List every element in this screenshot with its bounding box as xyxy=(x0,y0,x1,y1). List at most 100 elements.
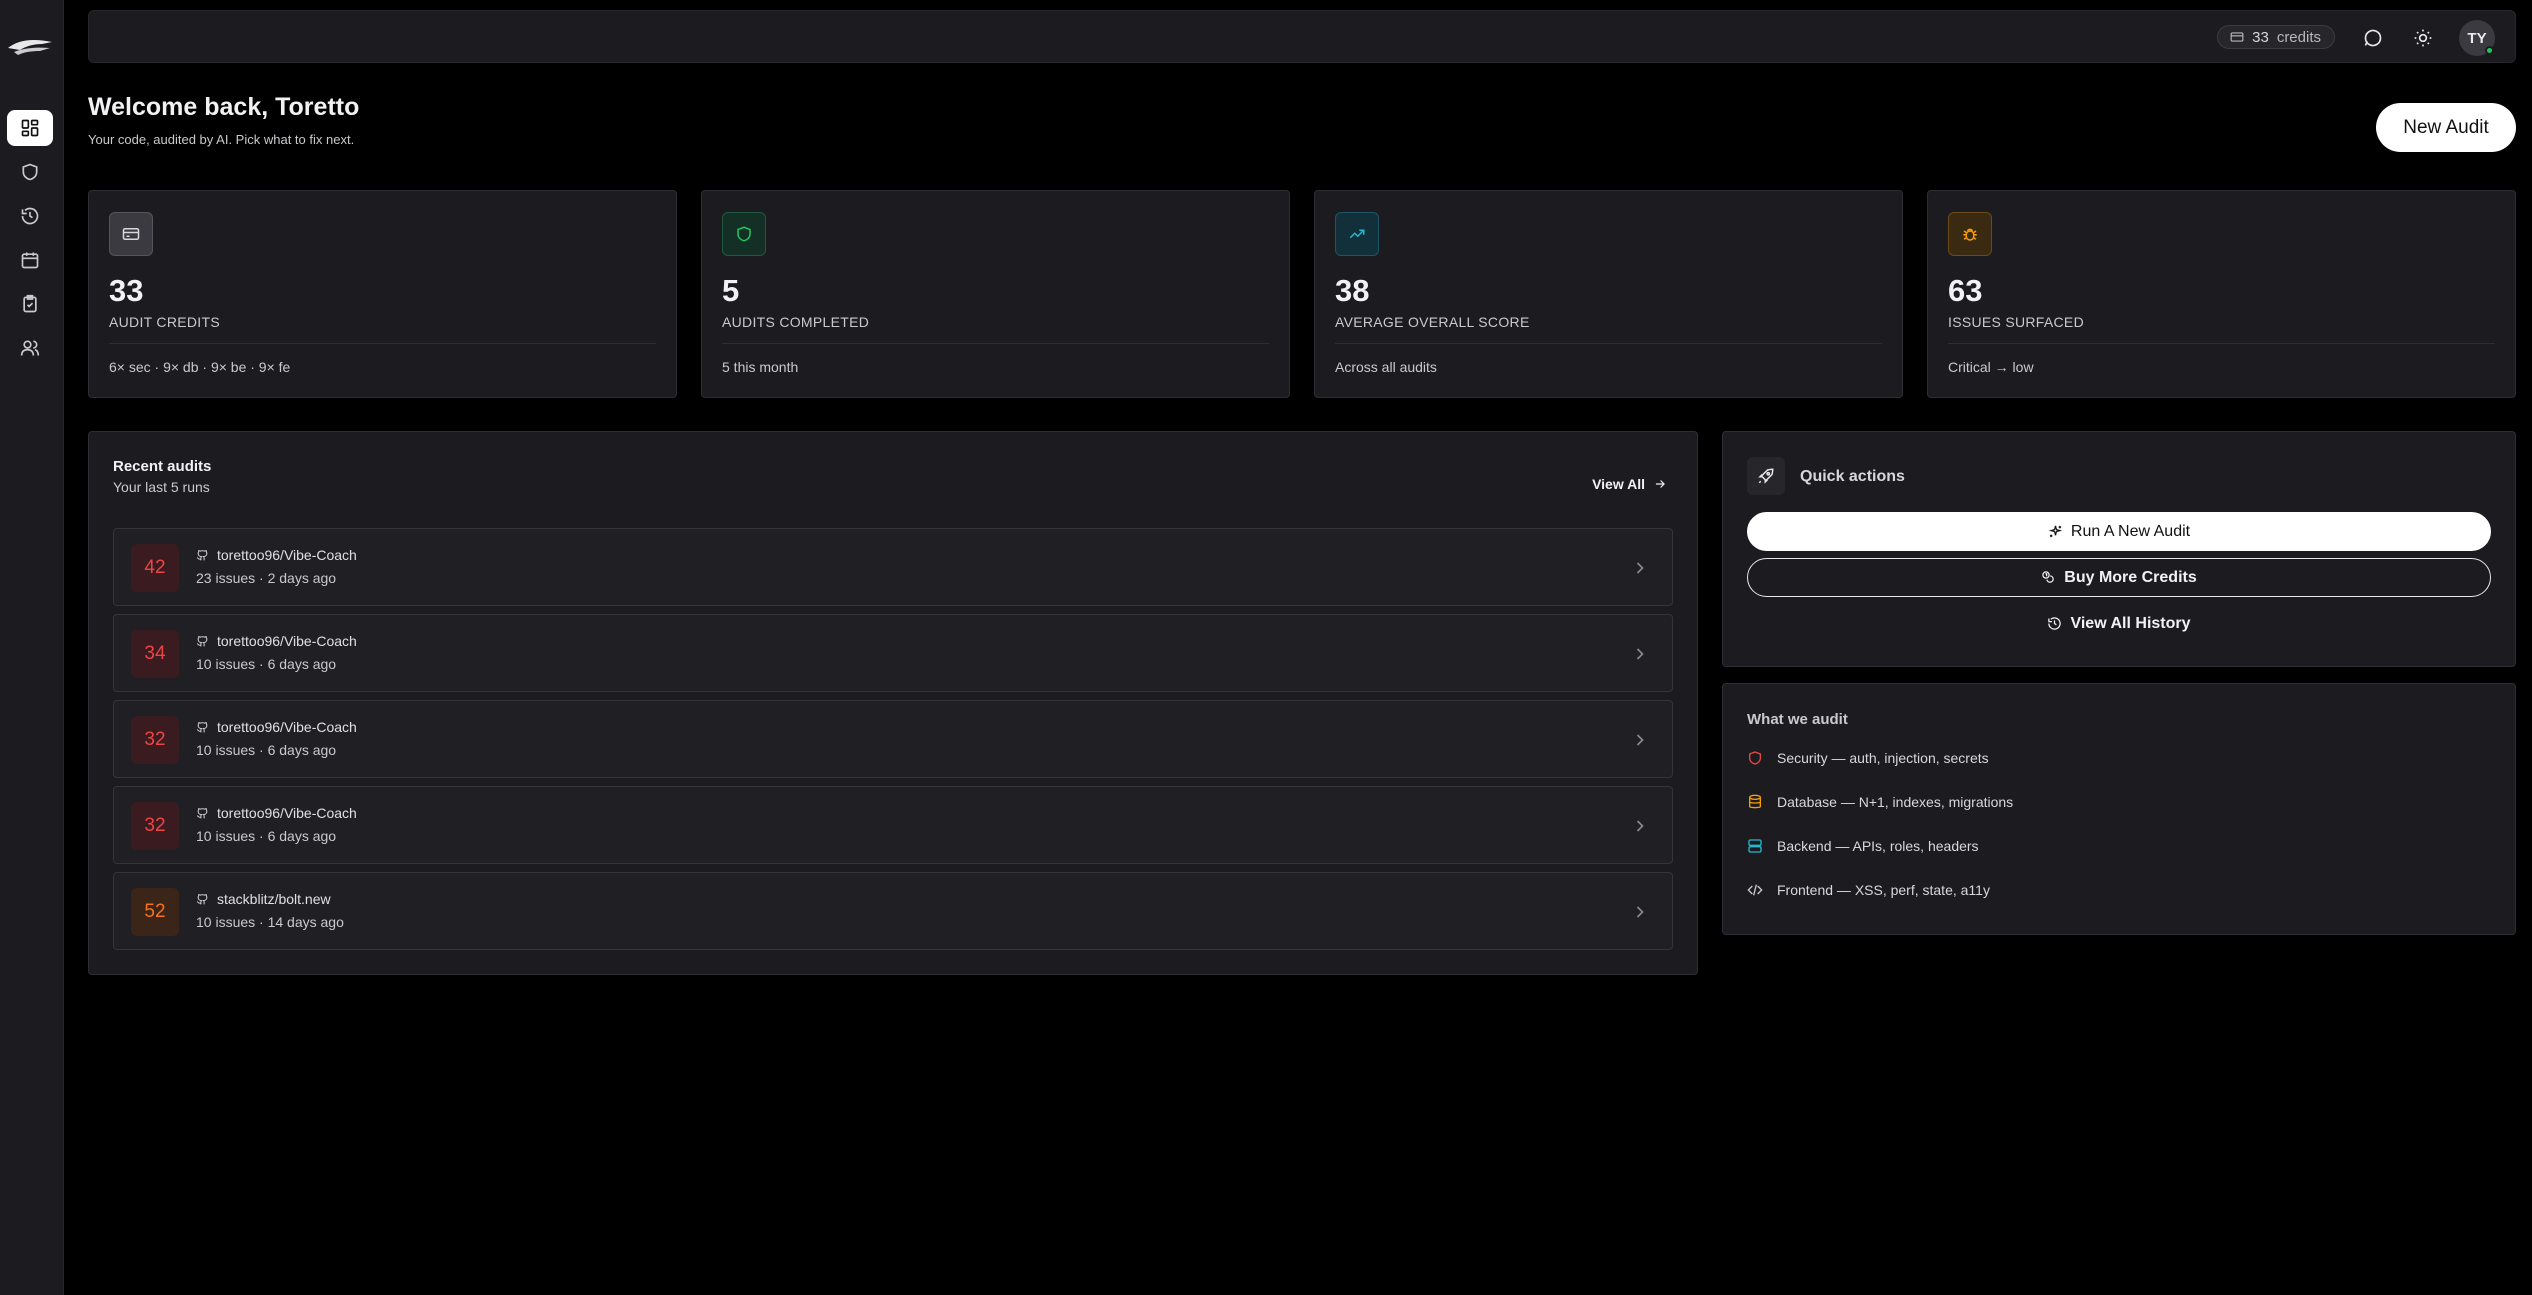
divider xyxy=(722,343,1269,344)
coins-icon xyxy=(2042,571,2054,583)
shield-icon xyxy=(22,163,38,181)
trending-up-icon xyxy=(1349,229,1365,239)
stat-footnote: Critical → low xyxy=(1948,359,2034,375)
score-badge: 42 xyxy=(131,544,179,592)
shield-icon xyxy=(1749,751,1761,765)
panel-title: Recent audits xyxy=(113,458,212,475)
button-label: Run A New Audit xyxy=(2070,522,2191,540)
divider xyxy=(1335,343,1882,344)
shield-icon xyxy=(737,226,751,242)
what-we-audit-panel: What we audit Security — auth, injection… xyxy=(1722,683,2516,935)
stat-footnote: 6× sec · 9× db · 9× be · 9× fe xyxy=(109,359,291,375)
stat-card-average-score: 38 AVERAGE OVERALL SCORE Across all audi… xyxy=(1314,190,1903,398)
page-title: Welcome back, Toretto xyxy=(88,93,360,121)
new-audit-button[interactable]: New Audit xyxy=(2376,103,2516,152)
audit-category-item: Database — N+1, indexes, migrations xyxy=(1747,794,2013,810)
repo-line: torettoo96/Vibe-Coach xyxy=(196,633,357,649)
card-icon xyxy=(2230,32,2244,42)
audit-category-label: Frontend — XSS, perf, state, a11y xyxy=(1777,882,1990,898)
arrow-right-icon xyxy=(1655,480,1665,488)
online-status-dot xyxy=(2485,46,2494,55)
users-icon xyxy=(20,340,40,356)
history-icon xyxy=(2048,617,2062,630)
divider xyxy=(1948,343,2495,344)
clipboard-check-icon xyxy=(23,294,37,313)
stat-card-issues-surfaced: 63 ISSUES SURFACED Critical → low xyxy=(1927,190,2516,398)
github-icon xyxy=(196,635,208,646)
bug-icon xyxy=(1963,228,1977,241)
score-badge: 32 xyxy=(131,802,179,850)
audit-row[interactable]: 42 torettoo96/Vibe-Coach 23 issues · 2 d… xyxy=(113,528,1673,606)
panel-title: What we audit xyxy=(1747,711,1848,728)
sidebar xyxy=(0,0,64,1295)
nav-team[interactable] xyxy=(7,330,53,366)
message-circle-icon xyxy=(2364,29,2382,47)
messages-button[interactable] xyxy=(2361,26,2385,50)
avatar[interactable]: TY xyxy=(2459,20,2495,56)
history-icon xyxy=(21,207,39,225)
chevron-right-icon xyxy=(1636,820,1644,832)
stat-label: AUDITS COMPLETED xyxy=(722,314,870,330)
theme-toggle-button[interactable] xyxy=(2411,26,2435,50)
sparkles-icon xyxy=(2048,525,2063,538)
nav-tasks[interactable] xyxy=(7,286,53,322)
recent-audits-panel: Recent audits Your last 5 runs View All … xyxy=(88,431,1698,975)
view-all-link[interactable]: View All xyxy=(1592,476,1667,492)
repo-name: torettoo96/Vibe-Coach xyxy=(217,719,357,735)
panel-subtitle: Your last 5 runs xyxy=(113,479,210,495)
repo-line: torettoo96/Vibe-Coach xyxy=(196,805,357,821)
audit-meta: 23 issues · 2 days ago xyxy=(196,570,337,586)
stat-icon-box xyxy=(1335,212,1379,256)
stat-label: AVERAGE OVERALL SCORE xyxy=(1335,314,1530,330)
chevron-right-icon xyxy=(1636,648,1644,660)
stat-icon-box xyxy=(109,212,153,256)
credits-pill[interactable]: 33 credits xyxy=(2217,25,2335,49)
repo-name: torettoo96/Vibe-Coach xyxy=(217,547,357,563)
page-subtitle: Your code, audited by AI. Pick what to f… xyxy=(88,132,355,147)
score-badge: 32 xyxy=(131,716,179,764)
rocket-icon xyxy=(1758,468,1774,484)
stat-footnote: 5 this month xyxy=(722,359,799,375)
audit-row[interactable]: 52 stackblitz/bolt.new 10 issues · 14 da… xyxy=(113,872,1673,950)
code-icon xyxy=(1747,884,1763,896)
stat-value: 33 xyxy=(109,273,144,308)
stat-label: AUDIT CREDITS xyxy=(109,314,220,330)
run-new-audit-button[interactable]: Run A New Audit xyxy=(1747,512,2491,551)
view-all-history-button[interactable]: View All History xyxy=(1747,604,2491,643)
score-badge: 52 xyxy=(131,888,179,936)
repo-name: stackblitz/bolt.new xyxy=(217,891,331,907)
dashboard-icon xyxy=(21,119,39,137)
stat-value: 38 xyxy=(1335,273,1370,308)
github-icon xyxy=(196,721,208,732)
audit-category-label: Database — N+1, indexes, migrations xyxy=(1777,794,2014,810)
rocket-icon-box xyxy=(1747,457,1785,495)
github-icon xyxy=(196,549,208,560)
audit-row[interactable]: 32 torettoo96/Vibe-Coach 10 issues · 6 d… xyxy=(113,700,1673,778)
audit-category-item: Frontend — XSS, perf, state, a11y xyxy=(1747,882,1990,898)
stat-card-credits: 33 AUDIT CREDITS 6× sec · 9× db · 9× be … xyxy=(88,190,677,398)
stat-label: ISSUES SURFACED xyxy=(1948,314,2084,330)
top-bar: 33 credits TY xyxy=(88,10,2516,63)
card-icon xyxy=(122,228,140,240)
stat-icon-box xyxy=(1948,212,1992,256)
audit-meta: 10 issues · 14 days ago xyxy=(196,914,344,930)
nav-calendar[interactable] xyxy=(7,242,53,278)
audit-category-label: Backend — APIs, roles, headers xyxy=(1777,838,1979,854)
database-icon xyxy=(1749,794,1761,809)
repo-name: torettoo96/Vibe-Coach xyxy=(217,805,357,821)
button-label: View All History xyxy=(2070,614,2191,632)
panel-title: Quick actions xyxy=(1800,468,1905,485)
audit-row[interactable]: 32 torettoo96/Vibe-Coach 10 issues · 6 d… xyxy=(113,786,1673,864)
nav-history[interactable] xyxy=(7,198,53,234)
repo-name: torettoo96/Vibe-Coach xyxy=(217,633,357,649)
nav-audits[interactable] xyxy=(7,154,53,190)
nav-dashboard[interactable] xyxy=(7,110,53,146)
buy-more-credits-button[interactable]: Buy More Credits xyxy=(1747,558,2491,597)
score-badge: 34 xyxy=(131,630,179,678)
audit-meta: 10 issues · 6 days ago xyxy=(196,828,337,844)
quick-actions-panel: Quick actions Run A New Audit Buy More C… xyxy=(1722,431,2516,667)
button-label: Buy More Credits xyxy=(2064,568,2197,586)
brand-logo-icon[interactable] xyxy=(6,28,56,64)
repo-line: stackblitz/bolt.new xyxy=(196,891,331,907)
audit-row[interactable]: 34 torettoo96/Vibe-Coach 10 issues · 6 d… xyxy=(113,614,1673,692)
